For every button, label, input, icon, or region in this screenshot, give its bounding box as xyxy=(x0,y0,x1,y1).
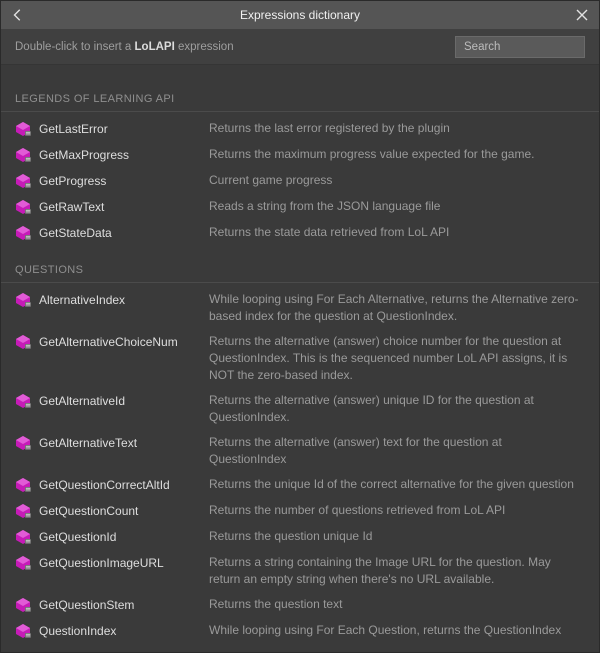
expression-row[interactable]: GetQuestionCorrectAltId Returns the uniqu… xyxy=(1,472,599,498)
expression-description: While looping using For Each Question, r… xyxy=(209,622,585,639)
expression-row-left: GetQuestionImageURL xyxy=(15,554,209,572)
expression-row-left: GetStateData xyxy=(15,224,209,242)
expression-description: Returns the number of questions retrieve… xyxy=(209,502,585,519)
expression-row-left: GetQuestionStem xyxy=(15,596,209,614)
expression-row[interactable]: GetAlternativeId Returns the alternative … xyxy=(1,388,599,430)
expression-name: GetRawText xyxy=(39,198,104,216)
expression-icon xyxy=(15,334,31,350)
expression-row-left: GetProgress xyxy=(15,172,209,190)
arrow-left-icon xyxy=(11,8,25,22)
expression-description: Reads a string from the JSON language fi… xyxy=(209,198,585,215)
expression-description: Returns the alternative (answer) choice … xyxy=(209,333,585,384)
titlebar: Expressions dictionary xyxy=(1,1,599,29)
expression-row[interactable]: GetStateData Returns the state data retri… xyxy=(1,220,599,246)
expression-name: GetQuestionStem xyxy=(39,596,134,614)
expression-row-left: GetRawText xyxy=(15,198,209,216)
close-button[interactable] xyxy=(565,1,599,29)
expression-description: Returns the alternative (answer) text fo… xyxy=(209,434,585,468)
content-area[interactable]: LEGENDS OF LEARNING API GetLastError Retu… xyxy=(1,65,599,652)
section-header: LEGENDS OF LEARNING API xyxy=(1,75,599,112)
expression-row-left: AlternativeIndex xyxy=(15,291,209,309)
window-title: Expressions dictionary xyxy=(1,8,599,22)
expression-icon xyxy=(15,173,31,189)
expression-row-left: GetQuestionCorrectAltId xyxy=(15,476,209,494)
back-button[interactable] xyxy=(1,1,35,29)
expression-row[interactable]: GetProgress Current game progress xyxy=(1,168,599,194)
expression-description: Returns the question text xyxy=(209,596,585,613)
expression-name: GetAlternativeId xyxy=(39,392,125,410)
expression-name: GetQuestionCount xyxy=(39,502,138,520)
hint-accent: LoLAPI xyxy=(135,41,175,53)
expression-row[interactable]: GetQuestionId Returns the question unique… xyxy=(1,524,599,550)
expression-name: GetAlternativeText xyxy=(39,434,137,452)
expression-icon xyxy=(15,199,31,215)
expression-name: GetStateData xyxy=(39,224,112,242)
expression-row[interactable]: GetRawText Reads a string from the JSON l… xyxy=(1,194,599,220)
expression-name: GetQuestionId xyxy=(39,528,116,546)
expression-row[interactable]: GetQuestionImageURL Returns a string cont… xyxy=(1,550,599,592)
close-icon xyxy=(576,9,588,21)
expression-icon xyxy=(15,393,31,409)
expression-name: GetProgress xyxy=(39,172,106,190)
expression-description: Returns the unique Id of the correct alt… xyxy=(209,476,585,493)
expression-row[interactable]: QuestionIndex While looping using For Eac… xyxy=(1,618,599,644)
expression-icon xyxy=(15,225,31,241)
hint-prefix: Double-click to insert a xyxy=(15,41,135,53)
expression-row-left: GetAlternativeChoiceNum xyxy=(15,333,209,351)
expression-icon xyxy=(15,529,31,545)
expression-row-left: GetAlternativeId xyxy=(15,392,209,410)
expression-description: Returns the question unique Id xyxy=(209,528,585,545)
expression-icon xyxy=(15,292,31,308)
expression-icon xyxy=(15,597,31,613)
expression-name: AlternativeIndex xyxy=(39,291,125,309)
expression-row-left: QuestionIndex xyxy=(15,622,209,640)
expression-icon xyxy=(15,435,31,451)
expression-name: GetQuestionImageURL xyxy=(39,554,164,572)
section-header: QUESTIONS xyxy=(1,246,599,283)
expression-description: Returns a string containing the Image UR… xyxy=(209,554,585,588)
expression-description: Returns the maximum progress value expec… xyxy=(209,146,585,163)
expression-icon xyxy=(15,555,31,571)
expression-row-left: GetLastError xyxy=(15,120,209,138)
expression-description: While looping using For Each Alternative… xyxy=(209,291,585,325)
hint-suffix: expression xyxy=(175,41,234,53)
expression-row[interactable]: GetAlternativeText Returns the alternativ… xyxy=(1,430,599,472)
expression-row-left: GetMaxProgress xyxy=(15,146,209,164)
expression-row[interactable]: GetQuestionCount Returns the number of qu… xyxy=(1,498,599,524)
toolbar-hint: Double-click to insert a LoLAPI expressi… xyxy=(15,41,455,53)
search-input[interactable] xyxy=(455,36,585,58)
expression-row[interactable]: AlternativeIndex While looping using For … xyxy=(1,287,599,329)
expression-row-left: GetQuestionCount xyxy=(15,502,209,520)
expression-row-left: GetQuestionId xyxy=(15,528,209,546)
expression-icon xyxy=(15,503,31,519)
expression-description: Returns the last error registered by the… xyxy=(209,120,585,137)
expression-description: Returns the state data retrieved from Lo… xyxy=(209,224,585,241)
expression-row[interactable]: GetQuestionStem Returns the question text xyxy=(1,592,599,618)
expression-icon xyxy=(15,121,31,137)
expression-icon xyxy=(15,477,31,493)
expression-row-left: GetAlternativeText xyxy=(15,434,209,452)
expression-row[interactable]: GetLastError Returns the last error regis… xyxy=(1,116,599,142)
expression-name: GetQuestionCorrectAltId xyxy=(39,476,170,494)
toolbar: Double-click to insert a LoLAPI expressi… xyxy=(1,29,599,65)
expression-description: Current game progress xyxy=(209,172,585,189)
expression-row[interactable]: GetMaxProgress Returns the maximum progre… xyxy=(1,142,599,168)
expression-icon xyxy=(15,147,31,163)
expression-description: Returns the alternative (answer) unique … xyxy=(209,392,585,426)
expression-name: GetAlternativeChoiceNum xyxy=(39,333,178,351)
expression-row[interactable]: GetAlternativeChoiceNum Returns the alter… xyxy=(1,329,599,388)
expression-name: QuestionIndex xyxy=(39,622,116,640)
section-header: TESTING TOOLS xyxy=(1,644,599,652)
expressions-dictionary-window: Expressions dictionary Double-click to i… xyxy=(0,0,600,653)
expression-name: GetLastError xyxy=(39,120,108,138)
expression-icon xyxy=(15,623,31,639)
expression-name: GetMaxProgress xyxy=(39,146,129,164)
